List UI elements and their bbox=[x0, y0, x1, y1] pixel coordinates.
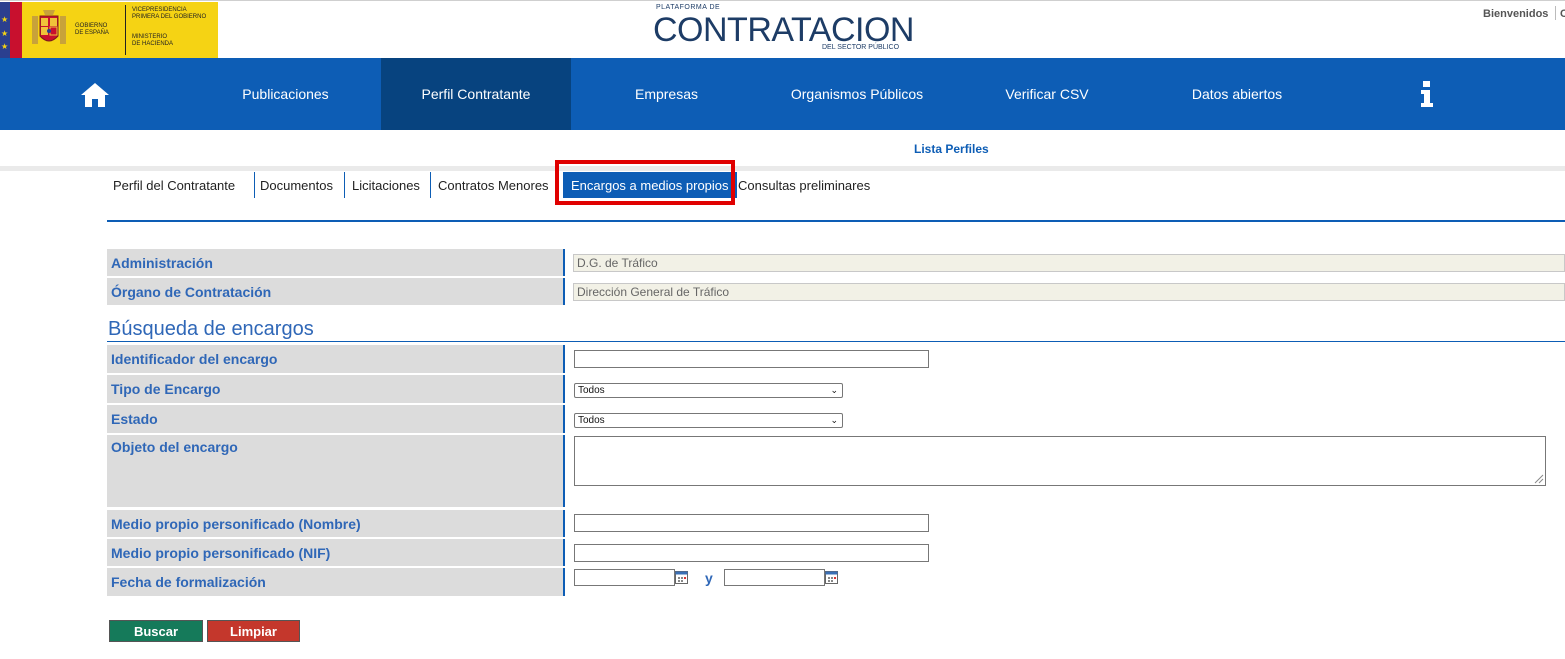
nav-verificar-csv[interactable]: Verificar CSV bbox=[952, 58, 1142, 130]
active-tab-highlight bbox=[555, 160, 735, 205]
estado-select[interactable]: Todos ⌄ bbox=[574, 413, 843, 428]
calendar-icon[interactable] bbox=[825, 571, 838, 584]
logo-divider bbox=[125, 5, 126, 55]
resize-grip-icon[interactable] bbox=[1532, 472, 1544, 484]
administracion-value: D.G. de Tráfico bbox=[573, 254, 1565, 272]
tab-perfil-contratante[interactable]: Perfil del Contratante bbox=[113, 172, 235, 198]
nav-perfil-contratante[interactable]: Perfil Contratante bbox=[381, 58, 571, 130]
chevron-down-icon: ⌄ bbox=[830, 415, 838, 425]
medio-nombre-label: Medio propio personificado (Nombre) bbox=[107, 510, 565, 537]
search-section-title: Búsqueda de encargos bbox=[108, 318, 314, 340]
objeto-textarea[interactable] bbox=[574, 436, 1546, 486]
brand-small-text: PLATAFORMA DE bbox=[656, 4, 721, 11]
info-icon bbox=[1421, 81, 1433, 107]
tab-licitaciones[interactable]: Licitaciones bbox=[352, 172, 420, 198]
top-border bbox=[0, 0, 1565, 1]
organo-contratacion-value: Dirección General de Tráfico bbox=[573, 283, 1565, 301]
vice-line2: PRIMERA DEL GOBIERNO bbox=[132, 14, 207, 20]
nav-info[interactable] bbox=[1332, 58, 1522, 130]
top-header: ★ ★ ★ GOBIERNO DE ESPAÑA VICEPRESIDENCIA… bbox=[0, 0, 1565, 58]
fecha-desde-input[interactable] bbox=[574, 569, 675, 586]
tab-divider bbox=[344, 172, 345, 198]
main-nav: Publicaciones Perfil Contratante Empresa… bbox=[0, 58, 1565, 130]
tipo-encargo-select[interactable]: Todos ⌄ bbox=[574, 383, 843, 398]
spain-flag-strip bbox=[10, 2, 22, 58]
calendar-icon[interactable] bbox=[675, 571, 688, 584]
nav-empresas[interactable]: Empresas bbox=[571, 58, 762, 130]
limpiar-button[interactable]: Limpiar bbox=[207, 620, 300, 642]
platform-logo[interactable]: PLATAFORMA DE CONTRATACION DEL SECTOR PÚ… bbox=[650, 3, 914, 58]
objeto-label: Objeto del encargo bbox=[107, 435, 565, 507]
welcome-divider bbox=[1555, 6, 1556, 20]
eu-star-icon: ★ bbox=[1, 42, 9, 51]
tab-documentos[interactable]: Documentos bbox=[260, 172, 333, 198]
administracion-label: Administración bbox=[107, 249, 565, 276]
tab-divider bbox=[254, 172, 255, 198]
brand-subtitle: DEL SECTOR PÚBLICO bbox=[822, 44, 900, 51]
chevron-down-icon: ⌄ bbox=[830, 385, 838, 395]
home-icon bbox=[81, 83, 109, 107]
organo-contratacion-label: Órgano de Contratación bbox=[107, 278, 565, 305]
nav-organismos-publicos[interactable]: Organismos Públicos bbox=[762, 58, 952, 130]
coat-of-arms-icon bbox=[32, 10, 66, 44]
tabs-underline bbox=[107, 220, 1565, 222]
eu-flag-strip: ★ ★ ★ bbox=[0, 2, 10, 58]
medio-nombre-input[interactable] bbox=[574, 514, 929, 532]
gov-line2: DE ESPAÑA bbox=[75, 30, 109, 36]
fecha-range-separator: y bbox=[705, 570, 713, 586]
welcome-link[interactable]: Bienvenidos bbox=[1483, 8, 1548, 20]
ministry-line2: DE HACIENDA bbox=[132, 41, 174, 47]
tab-divider bbox=[430, 172, 431, 198]
tab-consultas-preliminares[interactable]: Consultas preliminares bbox=[738, 172, 870, 198]
eu-star-icon: ★ bbox=[1, 29, 9, 38]
buscar-button[interactable]: Buscar bbox=[109, 620, 203, 642]
welcome-more[interactable]: C bbox=[1560, 8, 1565, 20]
estado-selected: Todos bbox=[578, 415, 605, 426]
fecha-formalizacion-label: Fecha de formalización bbox=[107, 568, 565, 596]
identificador-input[interactable] bbox=[574, 350, 929, 368]
government-logo[interactable]: ★ ★ ★ GOBIERNO DE ESPAÑA VICEPRESIDENCIA… bbox=[0, 2, 218, 58]
eu-star-icon: ★ bbox=[1, 15, 9, 24]
sub-header-band bbox=[0, 166, 1565, 171]
tipo-encargo-label: Tipo de Encargo bbox=[107, 375, 565, 403]
estado-label: Estado bbox=[107, 405, 565, 433]
ministry-line1: MINISTERIO bbox=[132, 34, 168, 40]
gov-line1: GOBIERNO bbox=[75, 23, 108, 29]
lista-perfiles-link[interactable]: Lista Perfiles bbox=[914, 142, 989, 156]
tipo-encargo-selected: Todos bbox=[578, 385, 605, 396]
section-underline bbox=[107, 341, 1565, 342]
tab-contratos-menores[interactable]: Contratos Menores bbox=[438, 172, 549, 198]
nav-home[interactable] bbox=[0, 58, 190, 130]
vice-line1: VICEPRESIDENCIA bbox=[132, 7, 187, 13]
medio-nif-label: Medio propio personificado (NIF) bbox=[107, 539, 565, 566]
nav-publicaciones[interactable]: Publicaciones bbox=[190, 58, 381, 130]
nav-datos-abiertos[interactable]: Datos abiertos bbox=[1142, 58, 1332, 130]
medio-nif-input[interactable] bbox=[574, 544, 929, 562]
identificador-label: Identificador del encargo bbox=[107, 345, 565, 373]
fecha-hasta-input[interactable] bbox=[724, 569, 825, 586]
